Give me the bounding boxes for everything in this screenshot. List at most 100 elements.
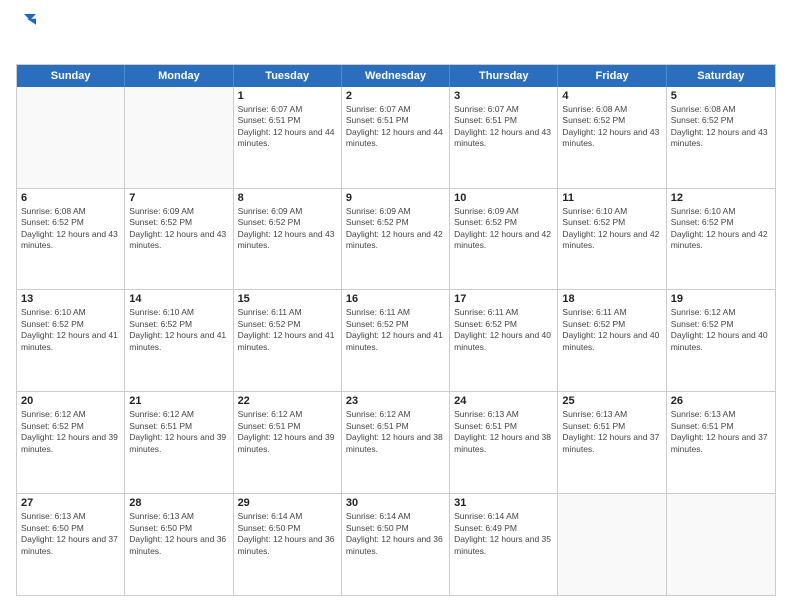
sunrise-text: Sunrise: 6:11 AM (346, 307, 445, 318)
day-number: 12 (671, 192, 771, 204)
daylight-text: Daylight: 12 hours and 43 minutes. (562, 127, 661, 150)
daylight-text: Daylight: 12 hours and 42 minutes. (671, 229, 771, 252)
day-number: 21 (129, 395, 228, 407)
header-day-wednesday: Wednesday (342, 65, 450, 87)
calendar-cell: 16Sunrise: 6:11 AMSunset: 6:52 PMDayligh… (342, 290, 450, 391)
sunset-text: Sunset: 6:51 PM (346, 115, 445, 126)
daylight-text: Daylight: 12 hours and 39 minutes. (238, 432, 337, 455)
calendar-cell: 23Sunrise: 6:12 AMSunset: 6:51 PMDayligh… (342, 392, 450, 493)
day-number: 4 (562, 90, 661, 102)
sunrise-text: Sunrise: 6:13 AM (562, 409, 661, 420)
header (16, 16, 776, 54)
daylight-text: Daylight: 12 hours and 44 minutes. (346, 127, 445, 150)
calendar-cell: 17Sunrise: 6:11 AMSunset: 6:52 PMDayligh… (450, 290, 558, 391)
daylight-text: Daylight: 12 hours and 40 minutes. (671, 330, 771, 353)
header-day-tuesday: Tuesday (234, 65, 342, 87)
day-number: 9 (346, 192, 445, 204)
calendar-cell: 21Sunrise: 6:12 AMSunset: 6:51 PMDayligh… (125, 392, 233, 493)
sunrise-text: Sunrise: 6:07 AM (454, 104, 553, 115)
sunrise-text: Sunrise: 6:13 AM (671, 409, 771, 420)
sunset-text: Sunset: 6:52 PM (454, 319, 553, 330)
page: SundayMondayTuesdayWednesdayThursdayFrid… (0, 0, 792, 612)
calendar-cell: 28Sunrise: 6:13 AMSunset: 6:50 PMDayligh… (125, 494, 233, 595)
sunrise-text: Sunrise: 6:07 AM (346, 104, 445, 115)
sunrise-text: Sunrise: 6:08 AM (21, 206, 120, 217)
sunrise-text: Sunrise: 6:12 AM (238, 409, 337, 420)
sunrise-text: Sunrise: 6:07 AM (238, 104, 337, 115)
daylight-text: Daylight: 12 hours and 43 minutes. (129, 229, 228, 252)
calendar-header-row: SundayMondayTuesdayWednesdayThursdayFrid… (17, 65, 775, 87)
calendar-cell (558, 494, 666, 595)
calendar-row-2: 6Sunrise: 6:08 AMSunset: 6:52 PMDaylight… (17, 189, 775, 291)
logo (16, 16, 36, 54)
calendar-body: 1Sunrise: 6:07 AMSunset: 6:51 PMDaylight… (17, 87, 775, 595)
daylight-text: Daylight: 12 hours and 40 minutes. (562, 330, 661, 353)
day-number: 1 (238, 90, 337, 102)
sunrise-text: Sunrise: 6:10 AM (21, 307, 120, 318)
day-number: 30 (346, 497, 445, 509)
sunset-text: Sunset: 6:51 PM (346, 421, 445, 432)
daylight-text: Daylight: 12 hours and 38 minutes. (454, 432, 553, 455)
sunrise-text: Sunrise: 6:11 AM (238, 307, 337, 318)
sunrise-text: Sunrise: 6:12 AM (346, 409, 445, 420)
calendar-cell: 15Sunrise: 6:11 AMSunset: 6:52 PMDayligh… (234, 290, 342, 391)
sunrise-text: Sunrise: 6:09 AM (238, 206, 337, 217)
day-number: 6 (21, 192, 120, 204)
daylight-text: Daylight: 12 hours and 41 minutes. (129, 330, 228, 353)
sunrise-text: Sunrise: 6:11 AM (454, 307, 553, 318)
day-number: 22 (238, 395, 337, 407)
sunset-text: Sunset: 6:52 PM (238, 319, 337, 330)
calendar-cell: 13Sunrise: 6:10 AMSunset: 6:52 PMDayligh… (17, 290, 125, 391)
sunrise-text: Sunrise: 6:12 AM (129, 409, 228, 420)
calendar-cell: 22 Sunrise: 6:12 AMSunset: 6:51 PMDayligh… (234, 392, 342, 493)
sunset-text: Sunset: 6:51 PM (562, 421, 661, 432)
day-number: 14 (129, 293, 228, 305)
calendar-cell: 11Sunrise: 6:10 AMSunset: 6:52 PMDayligh… (558, 189, 666, 290)
day-number: 3 (454, 90, 553, 102)
calendar-cell: 9Sunrise: 6:09 AMSunset: 6:52 PMDaylight… (342, 189, 450, 290)
sunrise-text: Sunrise: 6:14 AM (238, 511, 337, 522)
sunset-text: Sunset: 6:52 PM (454, 217, 553, 228)
daylight-text: Daylight: 12 hours and 43 minutes. (671, 127, 771, 150)
daylight-text: Daylight: 12 hours and 36 minutes. (346, 534, 445, 557)
calendar-cell (17, 87, 125, 188)
daylight-text: Daylight: 12 hours and 39 minutes. (129, 432, 228, 455)
sunset-text: Sunset: 6:52 PM (21, 421, 120, 432)
day-number: 31 (454, 497, 553, 509)
calendar-cell: 6Sunrise: 6:08 AMSunset: 6:52 PMDaylight… (17, 189, 125, 290)
calendar-cell: 19Sunrise: 6:12 AMSunset: 6:52 PMDayligh… (667, 290, 775, 391)
sunset-text: Sunset: 6:52 PM (671, 217, 771, 228)
sunrise-text: Sunrise: 6:11 AM (562, 307, 661, 318)
calendar-cell: 7Sunrise: 6:09 AMSunset: 6:52 PMDaylight… (125, 189, 233, 290)
calendar: SundayMondayTuesdayWednesdayThursdayFrid… (16, 64, 776, 596)
sunset-text: Sunset: 6:51 PM (671, 421, 771, 432)
header-day-monday: Monday (125, 65, 233, 87)
sunset-text: Sunset: 6:52 PM (129, 217, 228, 228)
sunset-text: Sunset: 6:52 PM (562, 115, 661, 126)
sunrise-text: Sunrise: 6:08 AM (671, 104, 771, 115)
day-number: 13 (21, 293, 120, 305)
sunset-text: Sunset: 6:52 PM (562, 217, 661, 228)
calendar-cell: 5Sunrise: 6:08 AMSunset: 6:52 PMDaylight… (667, 87, 775, 188)
day-number: 8 (238, 192, 337, 204)
daylight-text: Daylight: 12 hours and 42 minutes. (346, 229, 445, 252)
header-day-saturday: Saturday (667, 65, 775, 87)
day-number: 27 (21, 497, 120, 509)
day-number: 24 (454, 395, 553, 407)
calendar-cell: 18Sunrise: 6:11 AMSunset: 6:52 PMDayligh… (558, 290, 666, 391)
sunrise-text: Sunrise: 6:09 AM (346, 206, 445, 217)
calendar-cell: 3Sunrise: 6:07 AMSunset: 6:51 PMDaylight… (450, 87, 558, 188)
sunset-text: Sunset: 6:51 PM (238, 421, 337, 432)
sunset-text: Sunset: 6:50 PM (21, 523, 120, 534)
logo-text (16, 34, 36, 54)
daylight-text: Daylight: 12 hours and 41 minutes. (238, 330, 337, 353)
calendar-row-1: 1Sunrise: 6:07 AMSunset: 6:51 PMDaylight… (17, 87, 775, 189)
day-number: 29 (238, 497, 337, 509)
daylight-text: Daylight: 12 hours and 43 minutes. (238, 229, 337, 252)
day-number: 18 (562, 293, 661, 305)
sunrise-text: Sunrise: 6:10 AM (671, 206, 771, 217)
daylight-text: Daylight: 12 hours and 43 minutes. (21, 229, 120, 252)
daylight-text: Daylight: 12 hours and 44 minutes. (238, 127, 337, 150)
sunrise-text: Sunrise: 6:14 AM (454, 511, 553, 522)
calendar-cell: 8Sunrise: 6:09 AMSunset: 6:52 PMDaylight… (234, 189, 342, 290)
